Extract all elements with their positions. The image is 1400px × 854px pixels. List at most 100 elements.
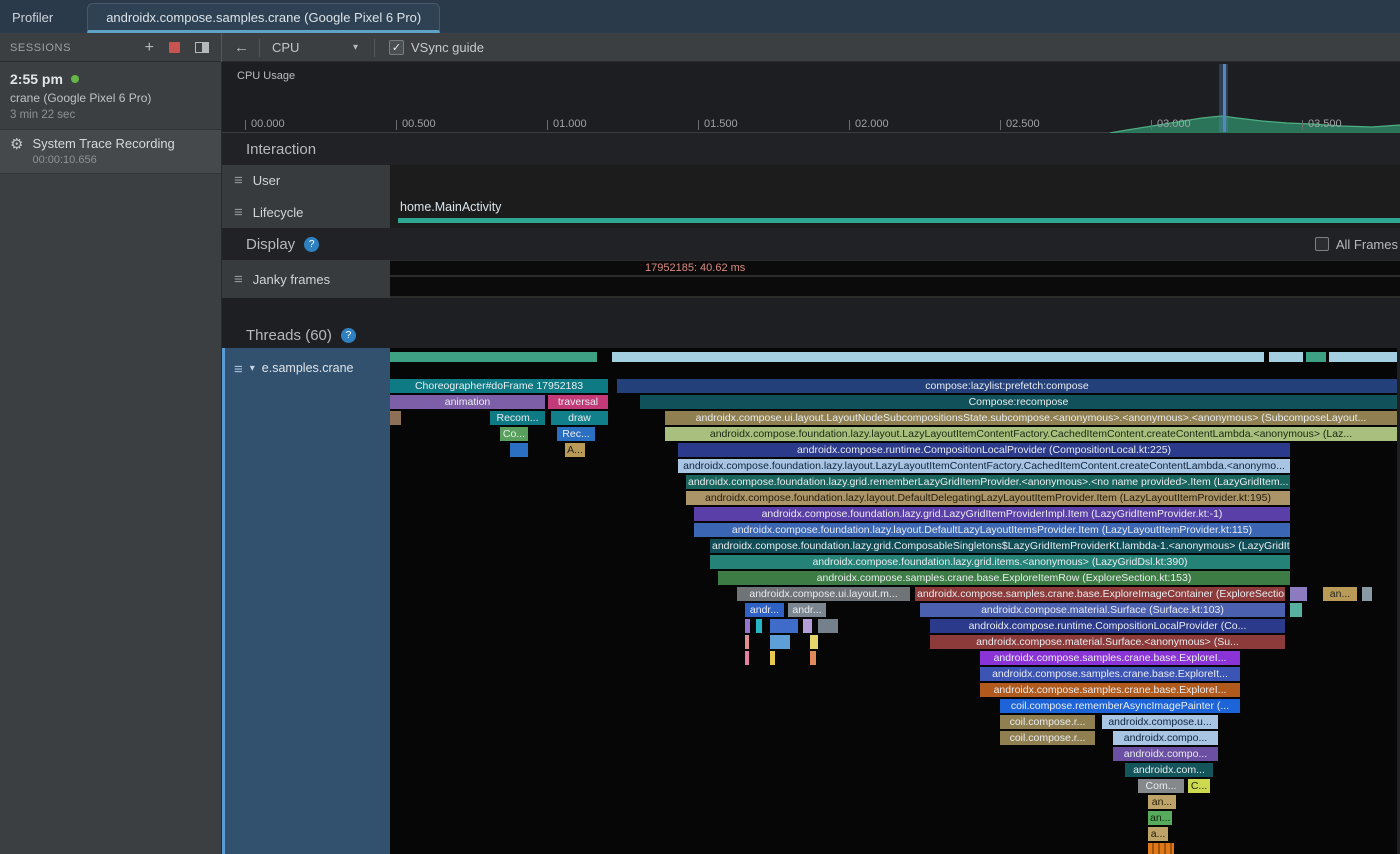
back-button[interactable]: ← bbox=[234, 40, 249, 56]
lifecycle-track-label[interactable]: ≡ Lifecycle bbox=[222, 196, 390, 228]
flame-bar[interactable] bbox=[818, 619, 838, 633]
flame-bar[interactable]: coil.compose.r... bbox=[1000, 715, 1095, 729]
flame-bar[interactable]: androidx.compose.material.Surface.<anony… bbox=[930, 635, 1285, 649]
flame-bar[interactable]: an... bbox=[1323, 587, 1357, 601]
vsync-guide-toggle[interactable]: ✓ VSync guide bbox=[389, 40, 484, 55]
flame-bar[interactable] bbox=[1362, 587, 1372, 601]
flame-bar[interactable]: coil.compose.r... bbox=[1000, 731, 1095, 745]
flame-bar[interactable]: androidx.compose.samples.crane.base.Expl… bbox=[980, 667, 1240, 681]
flame-bar[interactable] bbox=[770, 635, 790, 649]
flame-bar[interactable]: andr... bbox=[788, 603, 826, 617]
flame-bar[interactable]: Recom... bbox=[490, 411, 545, 425]
flame-bar[interactable]: androidx.com... bbox=[1125, 763, 1213, 777]
help-icon[interactable]: ? bbox=[341, 328, 356, 343]
flame-bar[interactable]: an... bbox=[1148, 811, 1172, 825]
flame-bar[interactable] bbox=[803, 619, 812, 633]
thread-label-panel[interactable]: ≡ ▾ e.samples.crane bbox=[222, 348, 390, 854]
flame-bar[interactable]: draw bbox=[551, 411, 608, 425]
session-item[interactable]: 2:55 pm crane (Google Pixel 6 Pro) 3 min… bbox=[0, 62, 221, 129]
flame-bar[interactable]: traversal bbox=[548, 395, 608, 409]
display-section-header: Display ? All Frames bbox=[222, 228, 1400, 260]
help-icon[interactable]: ? bbox=[304, 237, 319, 252]
flame-bar[interactable] bbox=[1148, 843, 1174, 854]
flame-bar[interactable]: androidx.compose.foundation.lazy.grid.La… bbox=[694, 507, 1290, 521]
flame-bar[interactable]: androidx.compose.foundation.lazy.layout.… bbox=[686, 491, 1290, 505]
flame-bar[interactable] bbox=[810, 651, 816, 665]
cpu-dropdown[interactable]: CPU ▾ bbox=[272, 40, 364, 55]
flame-bar[interactable]: androidx.compose.foundation.lazy.grid.Co… bbox=[710, 539, 1290, 553]
flame-bar[interactable] bbox=[770, 651, 775, 665]
flame-bar[interactable] bbox=[1290, 587, 1307, 601]
user-track-label[interactable]: ≡ User bbox=[222, 165, 390, 196]
janky-frames-track-label[interactable]: ≡ Janky frames bbox=[222, 260, 390, 298]
flame-bar[interactable]: androidx.compose.samples.crane.base.Expl… bbox=[980, 651, 1240, 665]
flame-bar[interactable]: androidx.compo... bbox=[1113, 747, 1218, 761]
stop-recording-button[interactable] bbox=[169, 42, 180, 53]
flame-bar[interactable]: androidx.compose.samples.crane.base.Expl… bbox=[718, 571, 1290, 585]
flame-bar[interactable] bbox=[770, 619, 798, 633]
thread-state-segment[interactable] bbox=[1269, 352, 1303, 362]
flame-bar[interactable]: Choreographer#doFrame 17952183 bbox=[390, 379, 608, 393]
flame-bar[interactable] bbox=[745, 651, 749, 665]
flame-bar[interactable]: androidx.compose.runtime.CompositionLoca… bbox=[678, 443, 1290, 457]
flame-bar[interactable] bbox=[810, 635, 818, 649]
flame-bar[interactable]: Co... bbox=[500, 427, 528, 441]
flame-bar[interactable]: androidx.compose.foundation.lazy.grid.re… bbox=[686, 475, 1290, 489]
all-frames-checkbox[interactable] bbox=[1315, 237, 1329, 251]
collapse-panel-button[interactable] bbox=[195, 42, 209, 53]
thread-state-segment[interactable] bbox=[1306, 352, 1326, 362]
flame-bar[interactable]: androidx.compo... bbox=[1113, 731, 1218, 745]
cpu-usage-timeline[interactable]: CPU Usage 00.00000.50001.00001.50002.000… bbox=[222, 62, 1400, 133]
flame-bar[interactable]: androidx.compose.foundation.lazy.layout.… bbox=[678, 459, 1290, 473]
time-tick-label: 03.000 bbox=[1151, 118, 1191, 130]
flame-bar[interactable]: androidx.compose.samples.crane.base.Expl… bbox=[980, 683, 1240, 697]
flame-bar[interactable]: a... bbox=[1148, 827, 1168, 841]
flame-bar[interactable]: androidx.compose.ui.layout.m... bbox=[737, 587, 910, 601]
system-trace-recording-item[interactable]: ⚙ System Trace Recording 00:00:10.656 bbox=[0, 129, 221, 174]
flame-bar[interactable]: compose:lazylist:prefetch:compose bbox=[617, 379, 1397, 393]
drag-handle-icon[interactable]: ≡ bbox=[234, 361, 243, 378]
flame-bar[interactable]: androidx.compose.runtime.CompositionLoca… bbox=[930, 619, 1285, 633]
drag-handle-icon[interactable]: ≡ bbox=[234, 172, 243, 189]
lifecycle-track-canvas[interactable]: home.MainActivity bbox=[390, 196, 1400, 228]
flame-bar[interactable]: coil.compose.rememberAsyncImagePainter (… bbox=[1000, 699, 1240, 713]
flame-bar[interactable]: Compose:recompose bbox=[640, 395, 1397, 409]
vsync-checkbox[interactable]: ✓ bbox=[389, 40, 404, 55]
flame-bar[interactable]: androidx.compose.ui.layout.LayoutNodeSub… bbox=[665, 411, 1397, 425]
flame-bar[interactable]: an... bbox=[1148, 795, 1176, 809]
thread-state-segment[interactable] bbox=[390, 352, 597, 362]
flame-bar[interactable] bbox=[745, 619, 750, 633]
user-track-canvas[interactable] bbox=[390, 165, 1400, 196]
flame-bar[interactable]: androidx.compose.foundation.lazy.layout.… bbox=[665, 427, 1397, 441]
janky-frames-canvas[interactable]: 17952185: 40.62 ms bbox=[390, 260, 1400, 298]
drag-handle-icon[interactable]: ≡ bbox=[234, 204, 243, 221]
flame-bar[interactable] bbox=[510, 443, 528, 457]
all-frames-toggle[interactable]: All Frames bbox=[1315, 237, 1400, 252]
janky-frame-bar[interactable]: 17952185: 40.62 ms bbox=[390, 261, 1400, 275]
flame-chart[interactable]: Choreographer#doFrame 17952183 compose:la… bbox=[390, 348, 1397, 854]
flame-bar[interactable]: A... bbox=[565, 443, 585, 457]
flame-bar[interactable]: C... bbox=[1188, 779, 1210, 793]
janky-frame-bar[interactable] bbox=[390, 277, 1400, 296]
flame-bar[interactable] bbox=[390, 411, 401, 425]
flame-bar[interactable] bbox=[756, 619, 762, 633]
flame-bar[interactable] bbox=[1290, 603, 1302, 617]
flame-bar[interactable]: andr... bbox=[745, 603, 784, 617]
flame-bar[interactable]: androidx.compose.material.Surface (Surfa… bbox=[920, 603, 1285, 617]
flame-bar[interactable]: Com... bbox=[1138, 779, 1184, 793]
flame-bar[interactable]: Rec... bbox=[557, 427, 595, 441]
flame-bar[interactable]: androidx.compose.u... bbox=[1102, 715, 1218, 729]
session-tab[interactable]: androidx.compose.samples.crane (Google P… bbox=[87, 3, 440, 33]
flame-bar[interactable]: androidx.compose.foundation.lazy.grid.it… bbox=[710, 555, 1290, 569]
thread-state-segment[interactable] bbox=[612, 352, 1264, 362]
drag-handle-icon[interactable]: ≡ bbox=[234, 271, 243, 288]
flame-bar[interactable]: animation bbox=[390, 395, 545, 409]
session-time: 2:55 pm bbox=[10, 71, 63, 87]
flame-bar[interactable]: androidx.compose.samples.crane.base.Expl… bbox=[915, 587, 1285, 601]
flame-bar[interactable] bbox=[745, 635, 749, 649]
add-session-button[interactable]: + bbox=[145, 40, 154, 56]
flame-bar[interactable]: androidx.compose.foundation.lazy.layout.… bbox=[694, 523, 1290, 537]
thread-state-segment[interactable] bbox=[1329, 352, 1397, 362]
collapse-thread-icon[interactable]: ▾ bbox=[250, 363, 255, 374]
activity-lifecycle-bar[interactable] bbox=[398, 218, 1400, 223]
